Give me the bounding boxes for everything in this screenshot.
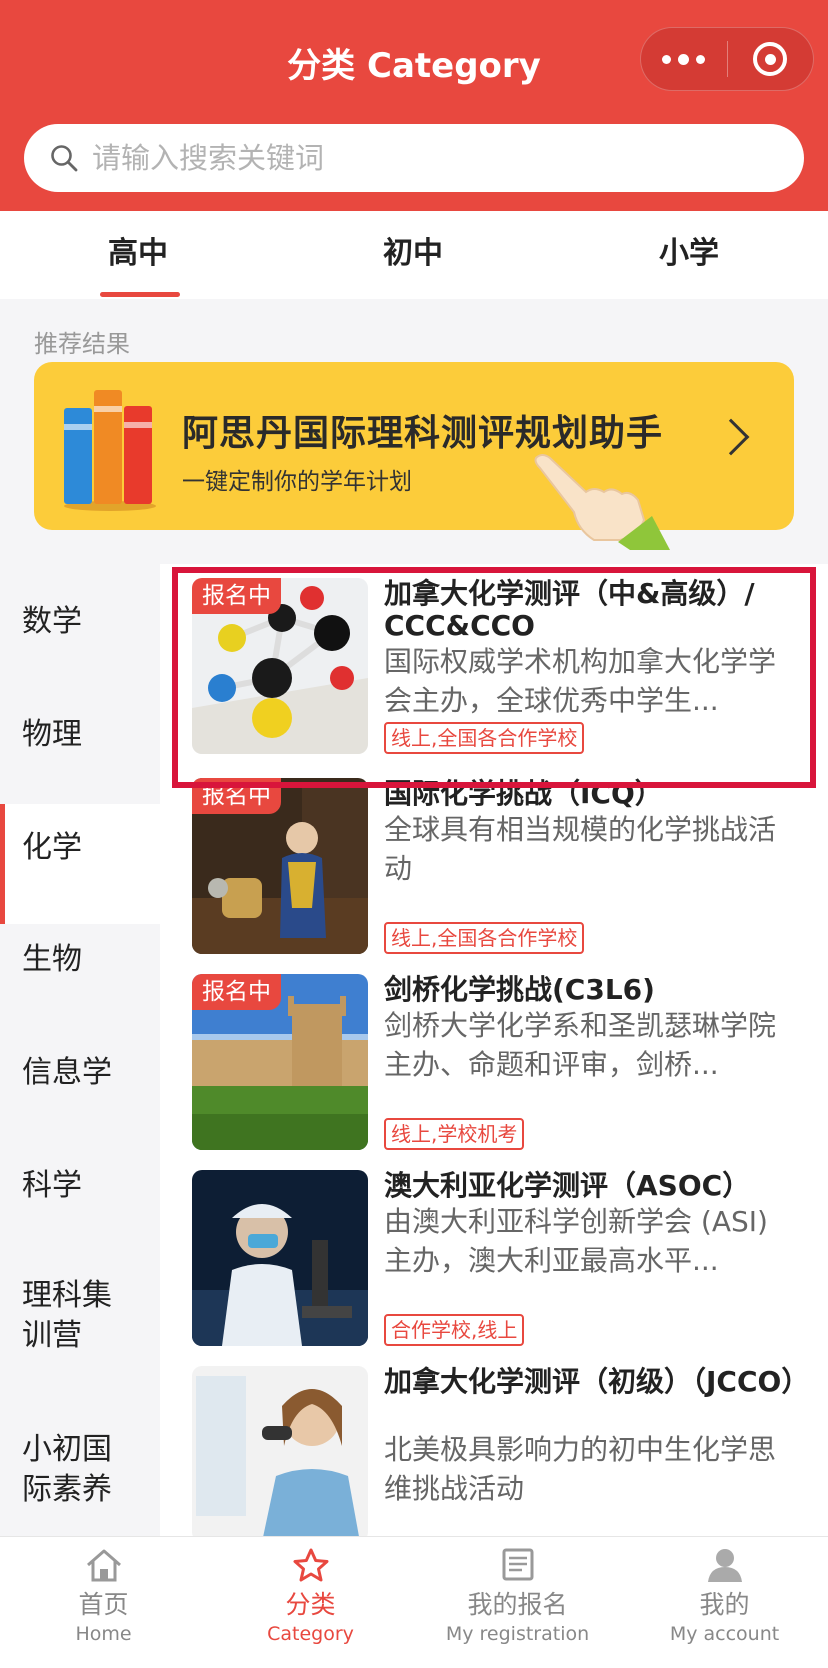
search-icon xyxy=(51,145,78,172)
lab-microscope-image xyxy=(192,1170,368,1346)
nav-sublabel: My registration xyxy=(445,1623,590,1645)
tab-primary-school[interactable]: 小学 xyxy=(609,211,769,299)
nav-sublabel: Home xyxy=(75,1623,132,1645)
item-title: 加拿大化学测评（初级）（JCCO） xyxy=(384,1365,810,1398)
header-bar: 分类 Category xyxy=(0,0,828,211)
planner-banner[interactable]: 阿思丹国际理科测评规划助手 一键定制你的学年计划 xyxy=(34,362,794,550)
nav-label: 分类 xyxy=(285,1590,336,1619)
active-sidebar-indicator xyxy=(0,804,5,924)
highlight-box xyxy=(172,567,816,788)
item-description: 由澳大利亚科学创新学会 (ASI) 主办，澳大利亚最高水平... xyxy=(384,1205,768,1277)
sidebar-item-science[interactable]: 科学 xyxy=(0,1166,160,1206)
close-program-icon[interactable] xyxy=(728,27,814,91)
status-badge: 报名中 xyxy=(192,974,281,1010)
tab-label: 初中 xyxy=(383,236,443,271)
banner-subtitle: 一键定制你的学年计划 xyxy=(182,469,412,495)
books-icon xyxy=(64,390,156,511)
pointing-hand-icon xyxy=(534,454,670,550)
star-icon xyxy=(293,1548,329,1582)
chevron-right-icon xyxy=(712,418,750,456)
banner-title: 阿思丹国际理科测评规划助手 xyxy=(182,413,664,454)
search-bar[interactable] xyxy=(24,124,804,192)
nav-home[interactable]: 首页 Home xyxy=(0,1537,207,1668)
item-description: 全球具有相当规模的化学挑战活动 xyxy=(384,813,777,885)
nav-registration[interactable]: 我的报名 My registration xyxy=(414,1537,621,1668)
tab-high-school[interactable]: 高中 xyxy=(58,211,218,299)
student-lab-image xyxy=(192,1366,368,1536)
item-description: 北美极具影响力的初中生化学思维挑战活动 xyxy=(384,1433,777,1505)
subject-sidebar: 数学 物理 化学 生物 信息学 科学 理科集训营 小初国际素养 xyxy=(0,564,160,1536)
nav-label: 我的 xyxy=(699,1590,750,1619)
sidebar-item-science-camp[interactable]: 理科集训营 xyxy=(0,1276,120,1356)
registration-icon xyxy=(502,1548,534,1581)
more-menu-icon[interactable] xyxy=(641,27,727,91)
list-item[interactable]: 澳大利亚化学测评（ASOC） 由澳大利亚科学创新学会 (ASI) 主办，澳大利亚… xyxy=(160,1156,828,1356)
sidebar-item-literacy[interactable]: 小初国际素养 xyxy=(0,1430,120,1510)
nav-account[interactable]: 我的 My account xyxy=(621,1537,828,1668)
item-title: 澳大利亚化学测评（ASOC） xyxy=(384,1169,751,1202)
user-icon xyxy=(708,1549,742,1582)
item-description: 剑桥大学化学系和圣凯瑟琳学院主办、命题和评审，剑桥... xyxy=(384,1009,777,1081)
list-item[interactable]: 报名中 国际化学挑战（ICQ） 全球具有相当规模的化学挑战活动 线上,全国各合作… xyxy=(160,764,828,964)
item-title: 剑桥化学挑战(C3L6) xyxy=(384,973,655,1006)
item-tag: 合作学校,线上 xyxy=(384,1314,525,1346)
tab-middle-school[interactable]: 初中 xyxy=(333,211,493,299)
sidebar-item-math[interactable]: 数学 xyxy=(0,602,160,642)
nav-sublabel: Category xyxy=(267,1623,354,1645)
mini-program-capsule xyxy=(640,27,814,91)
bottom-tab-bar: 首页 Home 分类 Category 我的报名 My registration… xyxy=(0,1536,828,1668)
list-item[interactable]: 报名中 剑桥化学挑战(C3L6) 剑桥大学化学系和圣凯瑟琳学院主办、命题和评审，… xyxy=(160,960,828,1160)
level-tabs: 高中 初中 小学 xyxy=(0,211,828,299)
search-input[interactable] xyxy=(92,141,772,175)
tab-label: 小学 xyxy=(659,236,719,271)
item-tag: 线上,全国各合作学校 xyxy=(384,922,585,954)
item-tag: 线上,学校机考 xyxy=(384,1118,525,1150)
nav-label: 首页 xyxy=(78,1590,129,1619)
list-item[interactable]: 加拿大化学测评（初级）（JCCO） 北美极具影响力的初中生化学思维挑战活动 xyxy=(160,1352,828,1536)
nav-category[interactable]: 分类 Category xyxy=(207,1537,414,1668)
nav-sublabel: My account xyxy=(669,1623,780,1645)
sidebar-item-biology[interactable]: 生物 xyxy=(0,940,160,980)
sidebar-item-chemistry[interactable]: 化学 xyxy=(0,804,160,924)
tab-label: 高中 xyxy=(108,236,168,271)
recommend-label: 推荐结果 xyxy=(34,330,130,358)
sidebar-item-informatics[interactable]: 信息学 xyxy=(0,1053,160,1093)
sidebar-item-physics[interactable]: 物理 xyxy=(0,715,160,755)
active-tab-indicator xyxy=(100,292,180,297)
nav-label: 我的报名 xyxy=(467,1590,568,1619)
home-icon xyxy=(87,1549,121,1582)
